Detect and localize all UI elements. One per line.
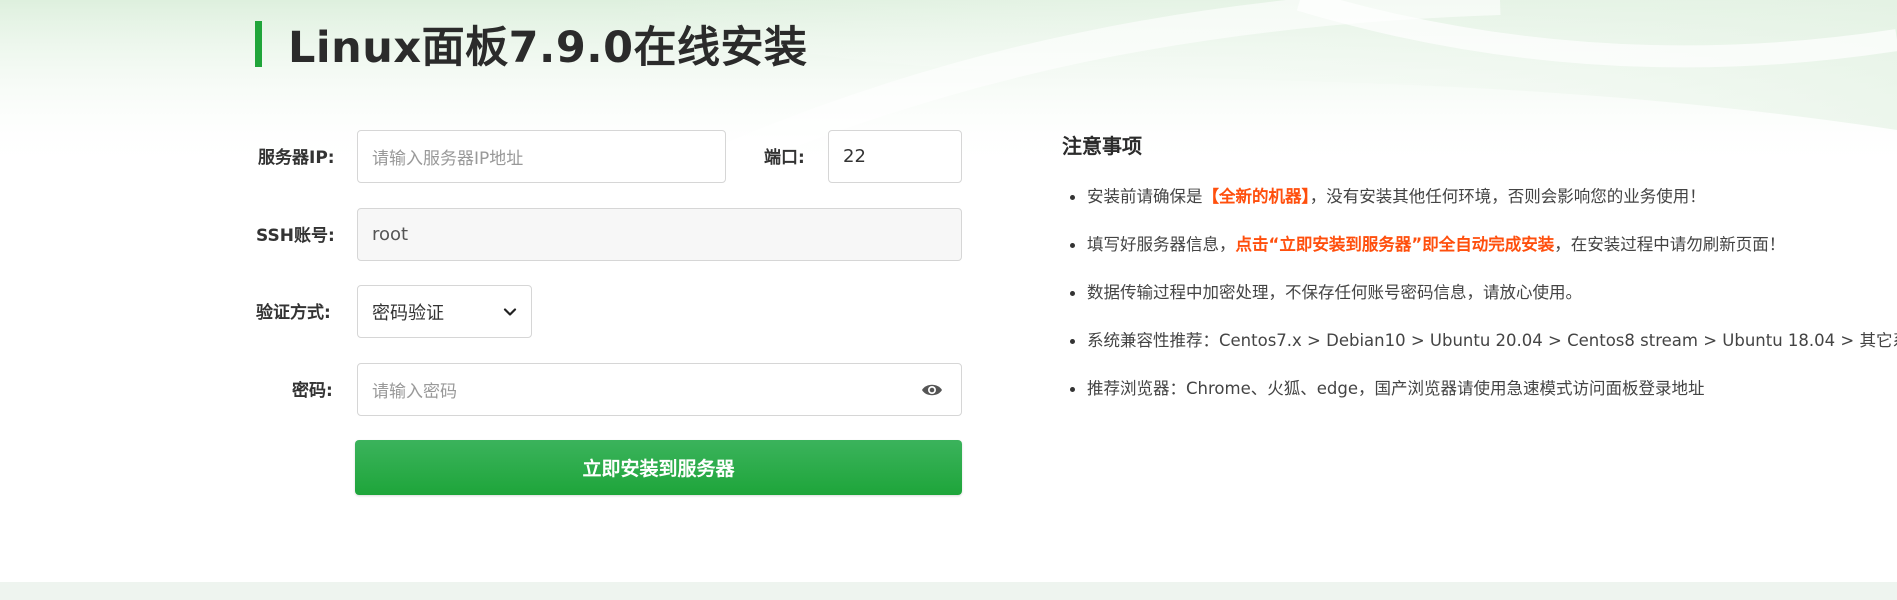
auth-method-selected: 密码验证 <box>372 302 444 324</box>
password-input[interactable]: 请输入密码 <box>357 363 962 416</box>
server-ip-input[interactable]: 请输入服务器IP地址 <box>357 130 726 183</box>
port-value: 22 <box>843 146 866 167</box>
password-placeholder: 请输入密码 <box>372 382 457 402</box>
notice-list: 安装前请确保是【全新的机器】，没有安装其他任何环境，否则会影响您的业务使用！ 填… <box>1062 185 1897 425</box>
bullet <box>1070 387 1075 392</box>
page-header: Linux面板7.9.0在线安装 <box>255 20 808 73</box>
bullet <box>1070 243 1075 248</box>
server-ip-placeholder: 请输入服务器IP地址 <box>372 149 524 169</box>
title-accent-bar <box>255 21 262 67</box>
bullet <box>1070 339 1075 344</box>
bullet <box>1070 291 1075 296</box>
notice-item: 安装前请确保是【全新的机器】，没有安装其他任何环境，否则会影响您的业务使用！ <box>1062 185 1897 233</box>
ssh-account-input[interactable]: root <box>357 208 962 261</box>
notice-item: 系统兼容性推荐：Centos7.x > Debian10 > Ubuntu 20… <box>1062 329 1897 377</box>
ssh-account-label: SSH账号: <box>256 226 335 246</box>
notice-text: 安装前请确保是 <box>1087 187 1203 206</box>
ssh-account-value: root <box>372 224 409 245</box>
chevron-down-icon <box>503 307 517 316</box>
page-title: Linux面板7.9.0在线安装 <box>288 23 808 73</box>
auth-method-label: 验证方式: <box>256 303 331 323</box>
notice-text: 推荐浏览器：Chrome、火狐、edge，国产浏览器请使用急速模式访问面板登录地… <box>1087 379 1705 398</box>
port-input[interactable]: 22 <box>828 130 962 183</box>
port-label: 端口: <box>764 148 805 168</box>
notice-title: 注意事项 <box>1062 134 1142 158</box>
bullet <box>1070 195 1075 200</box>
notice-text-tail: ，没有安装其他任何环境，否则会影响您的业务使用！ <box>1309 187 1706 206</box>
notice-highlight: 点击“立即安装到服务器”即全自动完成安装 <box>1235 235 1555 254</box>
notice-text: 填写好服务器信息， <box>1087 235 1236 254</box>
eye-icon[interactable] <box>921 380 943 400</box>
notice-item: 填写好服务器信息，点击“立即安装到服务器”即全自动完成安装，在安装过程中请勿刷新… <box>1062 233 1897 281</box>
notice-text: 数据传输过程中加密处理，不保存任何账号密码信息，请放心使用。 <box>1087 283 1582 302</box>
password-label: 密码: <box>292 381 333 401</box>
notice-highlight: 【全新的机器】 <box>1202 187 1310 206</box>
notice-item: 推荐浏览器：Chrome、火狐、edge，国产浏览器请使用急速模式访问面板登录地… <box>1062 377 1897 425</box>
server-ip-label: 服务器IP: <box>258 148 335 168</box>
notice-text-tail: ，在安装过程中请勿刷新页面！ <box>1554 235 1786 254</box>
auth-method-select[interactable]: 密码验证 <box>357 285 532 338</box>
install-button[interactable]: 立即安装到服务器 <box>355 440 962 495</box>
install-page: Linux面板7.9.0在线安装 服务器IP: 请输入服务器IP地址 端口: 2… <box>0 0 1897 600</box>
notice-item: 数据传输过程中加密处理，不保存任何账号密码信息，请放心使用。 <box>1062 281 1897 329</box>
notice-text: 系统兼容性推荐：Centos7.x > Debian10 > Ubuntu 20… <box>1087 331 1897 350</box>
